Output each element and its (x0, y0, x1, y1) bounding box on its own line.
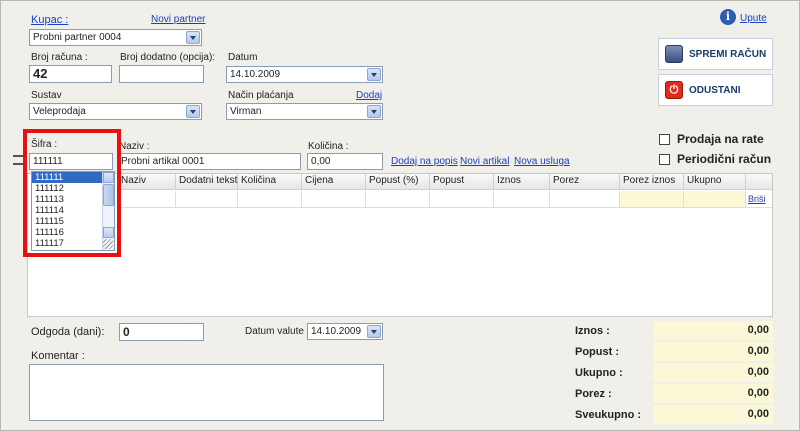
grid-cell[interactable] (620, 191, 684, 208)
floppy-disk-icon (665, 45, 683, 63)
kupac-select[interactable]: Probni partner 0004 (29, 29, 202, 46)
odgoda-label: Odgoda (dani): (31, 326, 105, 338)
column-header-naziv[interactable]: Naziv (118, 174, 176, 190)
nacin-placanja-label: Način plaćanja (228, 90, 294, 101)
kolicina-input[interactable]: 0,00 (307, 153, 383, 170)
novi-artikal-link[interactable]: Novi artikal (460, 156, 509, 167)
sustav-label: Sustav (31, 90, 62, 101)
kupac-select-value: Probni partner 0004 (33, 32, 122, 43)
highlight-frame (23, 129, 121, 257)
grid-cell[interactable] (494, 191, 550, 208)
column-header-iznos[interactable]: Iznos (494, 174, 550, 190)
grid-cell[interactable] (430, 191, 494, 208)
datum-valute-label: Datum valute (245, 326, 304, 337)
porez-label: Porez : (575, 388, 612, 400)
iznos-value: 0,00 (653, 321, 773, 340)
datum-valute-value: 14.10.2009 (311, 326, 362, 337)
grid-cell[interactable] (118, 191, 176, 208)
datum-value: 14.10.2009 (230, 69, 281, 80)
chevron-down-icon[interactable] (367, 105, 381, 118)
column-header-porez-iznos[interactable]: Porez iznos (620, 174, 684, 190)
porez-value: 0,00 (653, 384, 773, 403)
popust-value: 0,00 (653, 342, 773, 361)
datum-label: Datum (228, 52, 258, 63)
odgoda-input[interactable]: 0 (119, 323, 204, 341)
items-grid: Naziv Dodatni tekst Količina Cijena Popu… (27, 173, 773, 317)
kupac-link[interactable]: Kupac : (31, 14, 68, 26)
novi-partner-link[interactable]: Novi partner (151, 14, 205, 25)
grid-cell[interactable] (176, 191, 238, 208)
chevron-down-icon[interactable] (367, 325, 381, 338)
sustav-value: Veleprodaja (33, 106, 86, 117)
ukupno-label: Ukupno : (575, 367, 623, 379)
grid-cell[interactable] (238, 191, 302, 208)
dodaj-link[interactable]: Dodaj (356, 90, 382, 101)
broj-dodatno-input[interactable] (119, 65, 204, 83)
iznos-label: Iznos : (575, 325, 610, 337)
naziv-input[interactable]: Probni artikal 0001 (117, 153, 301, 170)
column-header-kolicina[interactable]: Količina (238, 174, 302, 190)
column-header-ukupno[interactable]: Ukupno (684, 174, 746, 190)
grid-cell[interactable] (550, 191, 620, 208)
prodaja-na-rate-checkbox[interactable] (659, 134, 670, 145)
grid-cell[interactable] (684, 191, 746, 208)
prodaja-na-rate-label: Prodaja na rate (677, 132, 764, 146)
invoice-form: Kupac : Novi partner Probni partner 0004… (0, 0, 800, 431)
ukupno-value: 0,00 (653, 363, 773, 382)
sustav-select[interactable]: Veleprodaja (29, 103, 202, 120)
datum-select[interactable]: 14.10.2009 (226, 66, 383, 83)
grid-cell[interactable] (366, 191, 430, 208)
dodaj-na-popis-link[interactable]: Dodaj na popis (391, 156, 458, 167)
brisi-link[interactable]: Briši (748, 194, 766, 204)
kolicina-label: Količina : (308, 141, 349, 152)
periodicni-racun-label: Periodični račun (677, 152, 772, 166)
datum-valute-select[interactable]: 14.10.2009 (307, 323, 383, 340)
column-header-actions (746, 174, 772, 190)
upute-link[interactable]: Upute (740, 13, 767, 24)
nacin-placanja-select[interactable]: Virman (226, 103, 383, 120)
grid-cell[interactable] (302, 191, 366, 208)
chevron-down-icon[interactable] (186, 31, 200, 44)
column-header-popust-posto[interactable]: Popust (%) (366, 174, 430, 190)
nova-usluga-link[interactable]: Nova usluga (514, 156, 570, 167)
chevron-down-icon[interactable] (367, 68, 381, 81)
komentar-textarea[interactable] (29, 364, 384, 421)
power-icon: ⏻ (665, 81, 683, 99)
naziv-label: Naziv : (119, 141, 150, 152)
odustani-button[interactable]: ⏻ ODUSTANI (658, 74, 773, 106)
column-header-porez[interactable]: Porez (550, 174, 620, 190)
sveukupno-label: Sveukupno : (575, 409, 642, 421)
broj-racuna-input[interactable]: 42 (29, 65, 112, 83)
nacin-placanja-value: Virman (230, 106, 262, 117)
column-header-cijena[interactable]: Cijena (302, 174, 366, 190)
grid-cell-actions: Briši (746, 191, 772, 208)
popust-label: Popust : (575, 346, 619, 358)
periodicni-racun-checkbox[interactable] (659, 154, 670, 165)
sveukupno-value: 0,00 (653, 405, 773, 424)
broj-racuna-label: Broj računa : (31, 52, 88, 63)
info-icon[interactable]: i (720, 9, 736, 25)
broj-dodatno-label: Broj dodatno (opcija): (120, 52, 216, 63)
column-header-popust[interactable]: Popust (430, 174, 494, 190)
komentar-label: Komentar : (31, 350, 85, 362)
odustani-label: ODUSTANI (689, 84, 741, 96)
column-header-dodatni-tekst[interactable]: Dodatni tekst (176, 174, 238, 190)
spremi-racun-label: SPREMI RAČUN (689, 48, 767, 60)
spremi-racun-button[interactable]: SPREMI RAČUN (658, 38, 773, 70)
chevron-down-icon[interactable] (186, 105, 200, 118)
